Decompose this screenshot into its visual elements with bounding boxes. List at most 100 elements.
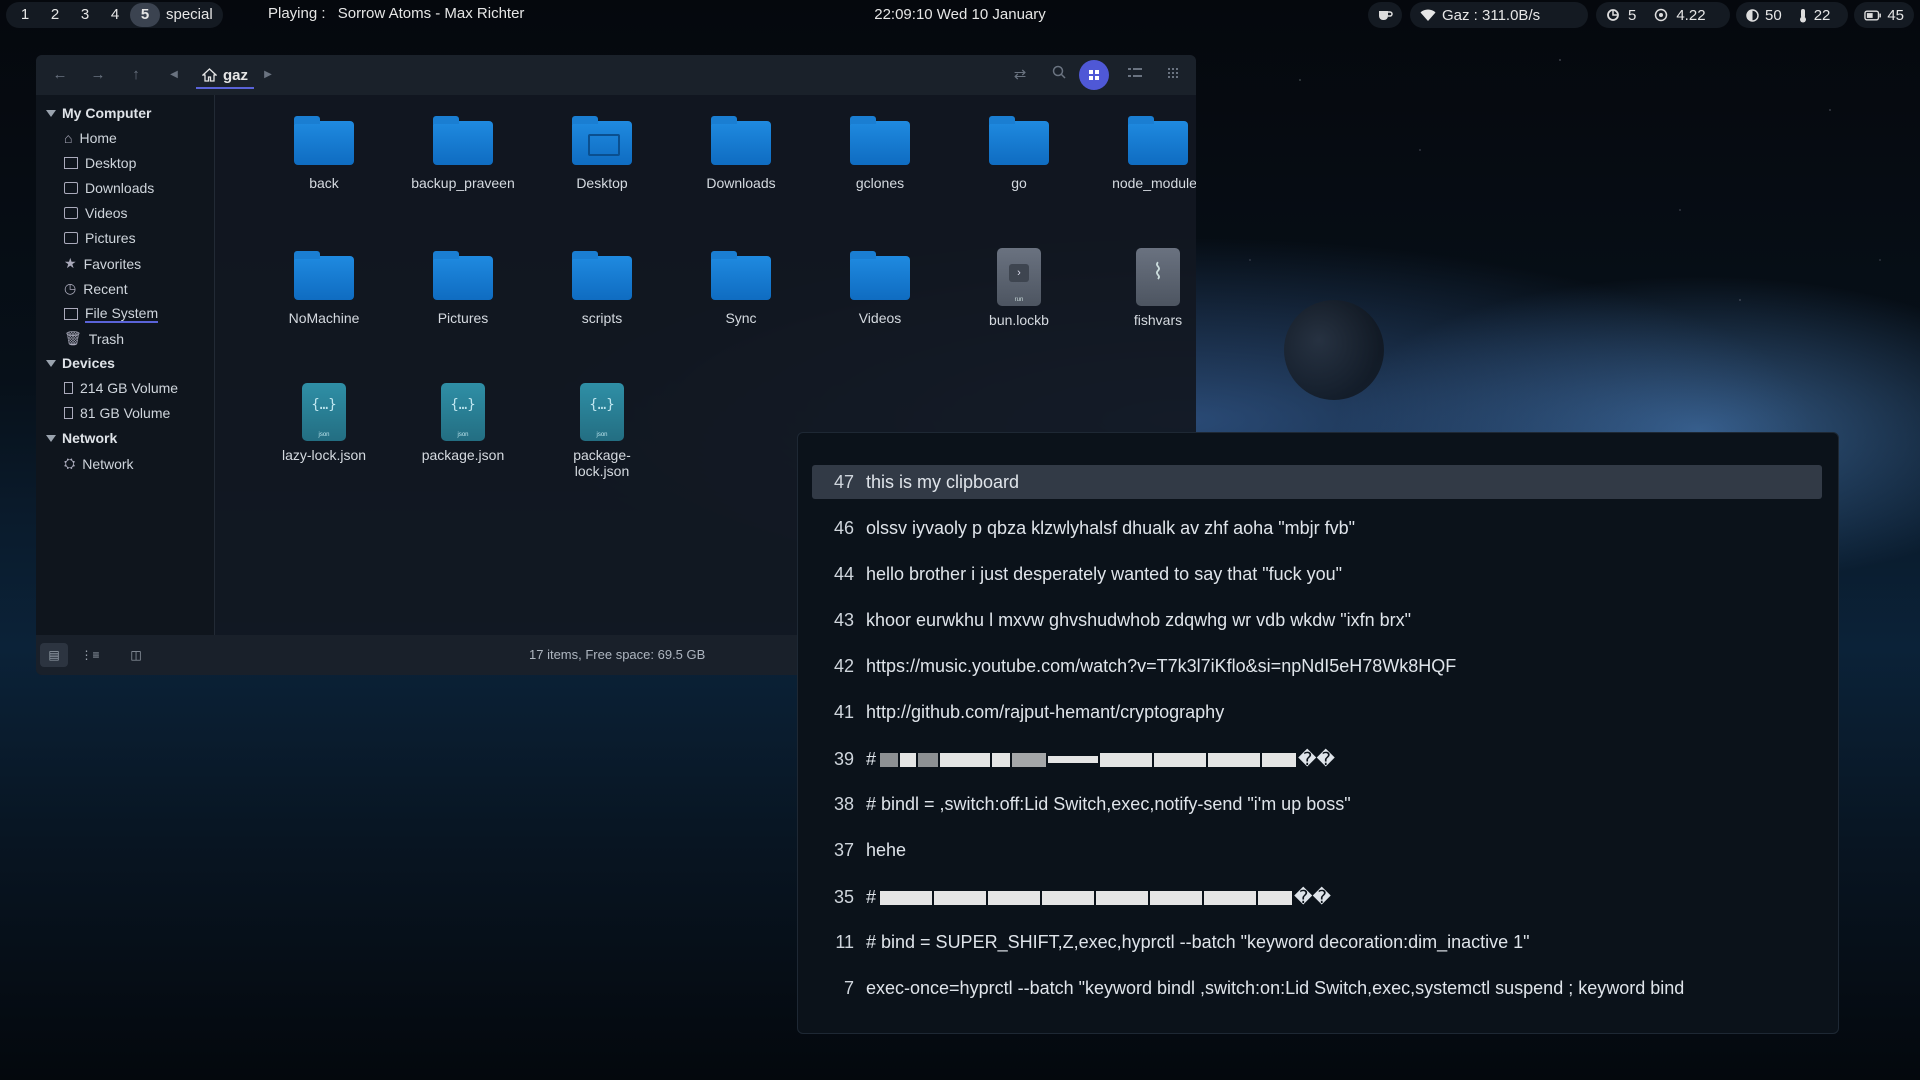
terminal-icon: › [1009,264,1029,282]
folder-icon [64,182,78,194]
workspace-5[interactable]: 5 [130,3,160,27]
idle-inhibitor[interactable] [1368,2,1402,28]
sidebar-item-desktop[interactable]: Desktop [64,155,136,171]
entry-number: 39 [833,748,854,769]
sidebar-item-videos[interactable]: Videos [64,205,128,221]
clipboard-picker: 47 this is my clipboard 46 olssv iyvaoly p… [797,432,1839,1034]
entry-number: 37 [833,839,854,860]
compact-view-button[interactable] [1163,65,1183,85]
clipboard-entry[interactable]: 7 exec-once=hyprctl --batch "keyword bind… [812,971,1822,1005]
clipboard-entry[interactable]: 37 hehe [812,833,1822,867]
home-icon [202,68,217,82]
sidebar-item-trash[interactable]: 🗑 Trash [64,330,124,347]
sidebar-item-label: 214 GB Volume [80,380,179,396]
clipboard-entry[interactable]: 41 http://github.com/rajput-hemant/crypto… [812,695,1822,729]
wifi-icon [1420,9,1436,21]
clipboard-entry[interactable]: 11 # bind = SUPER_SHIFT,Z,exec,hyprctl --… [812,925,1822,959]
media-player[interactable]: Playing : Sorrow Atoms - Max Richter [268,5,524,22]
file-item-node-modules[interactable]: node_modules [1093,103,1196,191]
file-item-back[interactable]: back [259,103,389,191]
sidebar-item-volume-81[interactable]: 81 GB Volume [64,405,170,421]
clipboard-entry[interactable]: 43 khoor eurwkhu l mxvw ghvshudwhob zdqwh… [812,603,1822,637]
file-item-label: fishvars [1133,312,1183,328]
folder-icon [294,116,354,165]
section-network[interactable]: Network [46,430,117,446]
section-my-computer[interactable]: My Computer [46,105,151,121]
clipboard-entry[interactable]: 39 # �� [812,742,1822,776]
icon-view-button[interactable] [1079,60,1109,90]
chevron-left-icon: ◀ [170,69,178,80]
up-button[interactable]: ↑ [126,65,146,85]
toggle-places-button[interactable]: ▤ [40,643,68,667]
file-item-nomachine[interactable]: NoMachine [259,238,389,326]
toggle-sidebar-button[interactable]: ◫ [122,643,150,667]
playing-track: Sorrow Atoms - Max Richter [337,5,525,22]
file-item-pictures[interactable]: Pictures [398,238,528,326]
file-item-go[interactable]: go [954,103,1084,191]
entry-number: 7 [843,977,854,998]
clipboard-entry[interactable]: 46 olssv iyvaoly p qbza klzwlyhalsf dhual… [812,511,1822,545]
folder-icon [433,251,493,300]
list-view-button[interactable] [1125,65,1145,85]
file-item-lazy-lock-json[interactable]: {…} json lazy-lock.json [259,373,389,463]
breadcrumb[interactable]: gaz [196,63,255,89]
file-item-package-json[interactable]: {…} json package.json [398,373,528,463]
folder-icon [64,232,78,244]
back-button[interactable]: ← [50,65,70,85]
sidebar-item-home[interactable]: ⌂ Home [64,130,117,146]
sidebar-item-recent[interactable]: ◷ Recent [64,280,128,297]
file-item-package-lock-json[interactable]: {…} json package-lock.json [537,373,667,479]
sidebar-item-file-system[interactable]: File System [64,305,159,323]
toggle-path-button[interactable]: ⇄ [1010,65,1030,85]
file-item-scripts[interactable]: scripts [537,238,667,326]
workspace-4[interactable]: 4 [100,3,130,27]
clipboard-entry[interactable]: 38 # bindl = ,switch:off:Lid Switch,exec,… [812,787,1822,821]
system-stats: 5 4.22 [1596,2,1730,28]
forward-button[interactable]: → [88,65,108,85]
sidebar-item-favorites[interactable]: ★ Favorites [64,255,141,272]
entry-number: 43 [833,609,854,630]
toggle-tree-button[interactable]: ⋮≡ [76,643,104,667]
sidebar-item-pictures[interactable]: Pictures [64,230,136,246]
path-previous-button[interactable]: ◀ [164,65,184,85]
entry-text: olssv iyvaoly p qbza klzwlyhalsf dhualk … [866,517,1355,538]
clipboard-entry[interactable]: 42 https://music.youtube.com/watch?v=T7k3… [812,649,1822,683]
file-item-desktop[interactable]: Desktop [537,103,667,191]
braces-icon: {…} [311,397,337,413]
entry-text: https://music.youtube.com/watch?v=T7k3l7… [866,655,1457,676]
file-item-sync[interactable]: Sync [676,238,806,326]
sidebar-item-label: Videos [85,205,128,221]
braces-icon: {…} [589,397,615,413]
arrow-left-icon: ← [52,66,68,83]
sidebar-item-downloads[interactable]: Downloads [64,180,154,196]
replacement-glyphs: �� [1294,886,1331,907]
expand-icon [46,434,56,442]
folder-icon [850,251,910,300]
path-next-button[interactable]: ▶ [258,65,278,85]
section-devices[interactable]: Devices [46,355,115,371]
entry-number: 11 [835,931,854,952]
file-item-gclones[interactable]: gclones [815,103,945,191]
sidebar-item-volume-214[interactable]: 214 GB Volume [64,380,178,396]
clipboard-entry[interactable]: 35 # �� [812,880,1822,914]
sidebar-item-network[interactable]: ⛭ Network [64,455,134,472]
workspace-1[interactable]: 1 [10,3,40,27]
list-view-icon [1128,68,1142,77]
file-item-downloads[interactable]: Downloads [676,103,806,191]
file-item-fishvars[interactable]: ⌇ fishvars [1093,238,1196,328]
clipboard-entry[interactable]: 47 this is my clipboard [812,465,1822,499]
file-item-label: package.json [421,447,505,463]
file-manager-toolbar: ← → ↑ ◀ gaz ▶ ⇄ [36,55,1196,95]
file-item-backup-praveen[interactable]: backup_praveen [398,103,528,191]
file-item-videos[interactable]: Videos [815,238,945,326]
folder-icon [294,251,354,300]
top-bar: 1 2 3 4 5 special Playing : Sorrow Atoms… [0,0,1920,30]
network-module[interactable]: Gaz : 311.0B/s [1410,2,1588,28]
folder-icon [850,116,910,165]
file-item-bun-lockb[interactable]: › run bun.lockb [954,238,1084,328]
workspace-3[interactable]: 3 [70,3,100,27]
clipboard-entry[interactable]: 44 hello brother i just desperately wante… [812,557,1822,591]
workspace-2[interactable]: 2 [40,3,70,27]
workspace-special[interactable]: special [160,3,219,27]
search-button[interactable] [1049,65,1069,85]
